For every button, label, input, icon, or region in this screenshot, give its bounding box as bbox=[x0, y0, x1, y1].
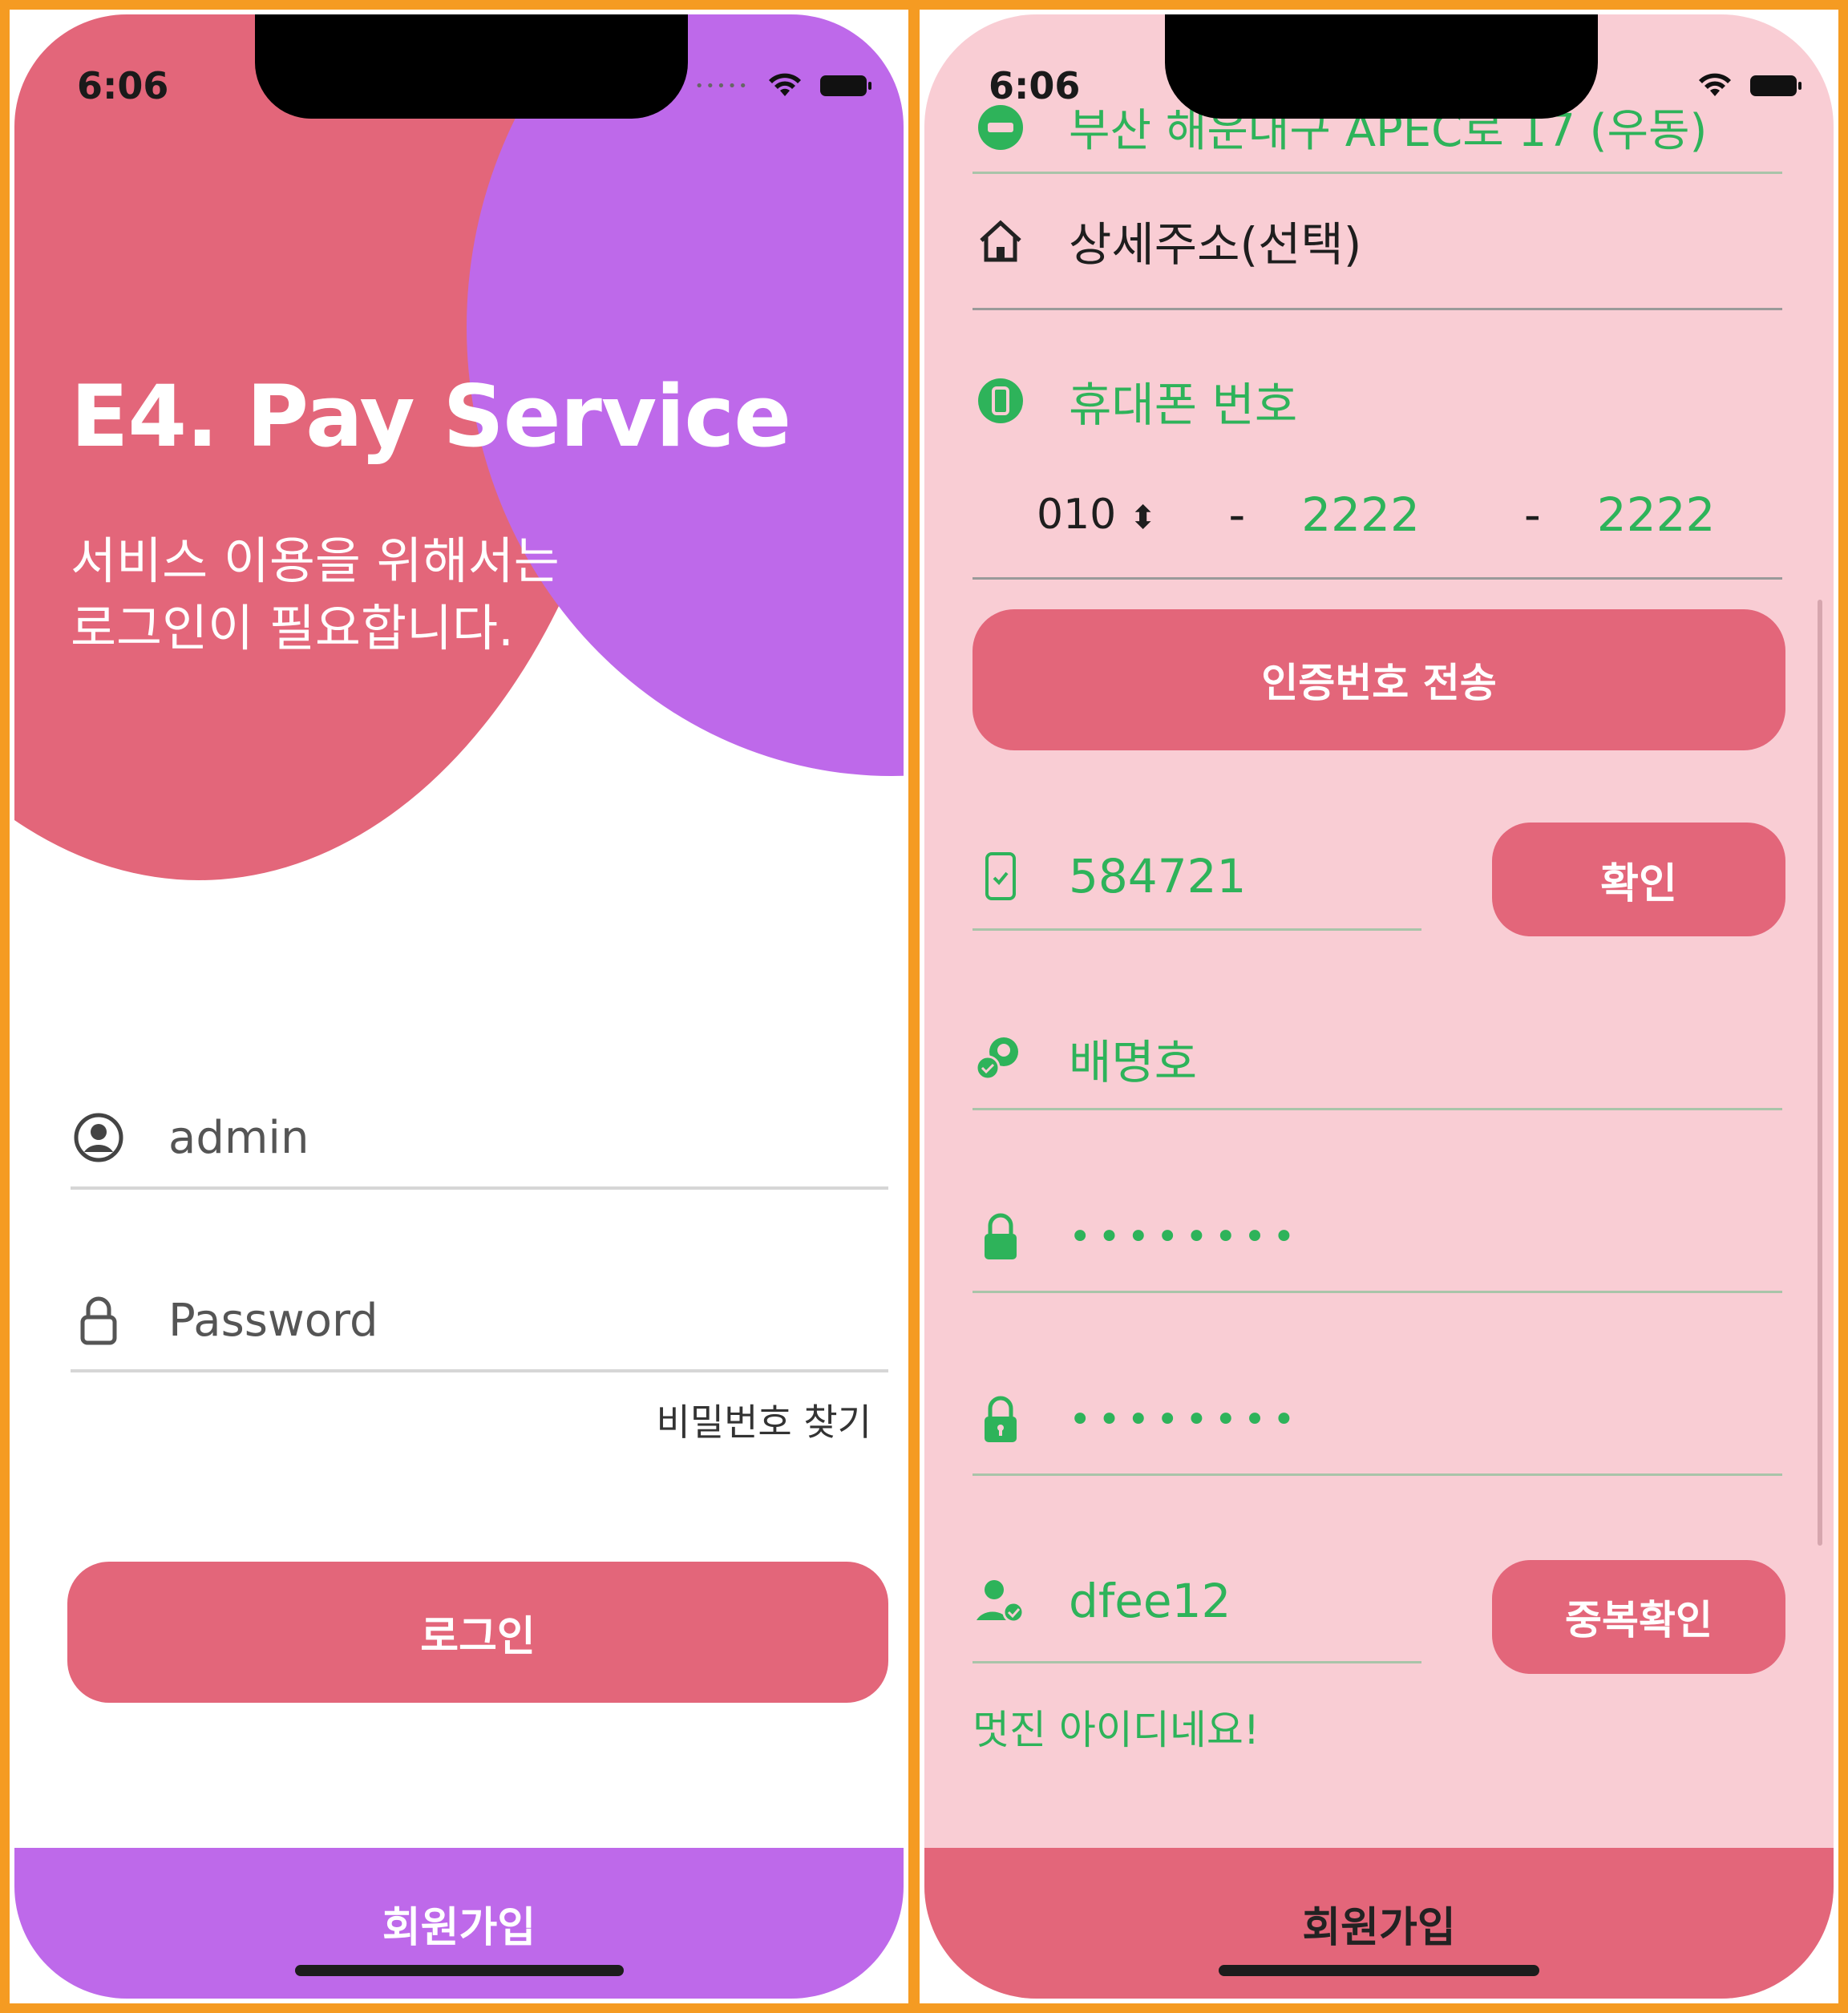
status-icons bbox=[1697, 72, 1801, 99]
lock-icon bbox=[71, 1292, 127, 1348]
login-button[interactable]: 로그인 bbox=[67, 1562, 888, 1703]
home-icon bbox=[973, 212, 1029, 269]
notch bbox=[1165, 14, 1598, 119]
name-field[interactable]: 배명호 bbox=[973, 1025, 1785, 1092]
password-masked: •••••••• bbox=[1069, 1215, 1302, 1259]
phone-icon bbox=[973, 373, 1029, 429]
userid-status-message: 멋진 아이디네요! bbox=[973, 1707, 1260, 1753]
phone-label: 휴대폰 번호 bbox=[1069, 378, 1298, 432]
wifi-icon bbox=[1699, 73, 1731, 96]
lock-keyhole-icon bbox=[973, 1392, 1029, 1448]
login-phone-frame: 6:06 ••••• E4. Pay Service 서비스 이용을 위해서는 … bbox=[14, 14, 904, 1999]
signup-submit-label: 회원가입 bbox=[1302, 1903, 1456, 1952]
scrollbar[interactable] bbox=[1818, 600, 1822, 1546]
username-value: admin bbox=[168, 1111, 309, 1164]
phone-label-row: 휴대폰 번호 bbox=[973, 367, 1785, 435]
name-value: 배명호 bbox=[1069, 1035, 1198, 1089]
phone-dash-1: - bbox=[1228, 487, 1246, 542]
password-confirm-field[interactable]: •••••••• bbox=[973, 1392, 1785, 1448]
password-confirm-masked: •••••••• bbox=[1069, 1397, 1302, 1442]
code-underline bbox=[973, 928, 1421, 931]
signup-footer-label: 회원가입 bbox=[382, 1903, 536, 1952]
detail-underline bbox=[973, 308, 1782, 310]
notch bbox=[255, 14, 688, 119]
login-screen-panel: 6:06 ••••• E4. Pay Service 서비스 이용을 위해서는 … bbox=[0, 0, 918, 2013]
phone-prefix-select[interactable]: 010 ⬍ bbox=[1037, 491, 1156, 539]
address-underline bbox=[973, 172, 1782, 174]
phone-dash-2: - bbox=[1523, 487, 1541, 542]
signal-icon: ••••• bbox=[694, 77, 750, 95]
status-icons: ••••• bbox=[694, 72, 871, 99]
signup-phone-frame: 부산 해운대구 APEC로 17 (우동) 6:06 상세주소(선택) 휴대폰 … bbox=[924, 14, 1834, 1999]
user-check-icon bbox=[973, 1573, 1029, 1629]
userid-field[interactable]: dfee12 bbox=[973, 1573, 1417, 1629]
status-time: 6:06 bbox=[989, 64, 1081, 107]
home-indicator bbox=[294, 1965, 624, 1976]
password-field[interactable]: Password bbox=[71, 1271, 888, 1372]
name-underline bbox=[973, 1108, 1782, 1110]
app-title: E4. Pay Service bbox=[71, 367, 791, 466]
duplicate-check-button[interactable]: 중복확인 bbox=[1492, 1560, 1785, 1674]
detail-address-placeholder: 상세주소(선택) bbox=[1069, 217, 1362, 272]
person-check-icon bbox=[973, 1030, 1029, 1086]
chevron-updown-icon: ⬍ bbox=[1129, 499, 1157, 536]
send-code-button[interactable]: 인증번호 전송 bbox=[973, 609, 1785, 750]
wifi-icon bbox=[769, 73, 801, 96]
userid-underline bbox=[973, 1661, 1421, 1663]
phone-underline bbox=[973, 577, 1782, 580]
verification-code-field[interactable]: 584721 bbox=[973, 848, 1417, 904]
battery-icon bbox=[1750, 75, 1801, 96]
forgot-password-link[interactable]: 비밀번호 찾기 bbox=[656, 1393, 871, 1446]
detail-address-field[interactable]: 상세주소(선택) bbox=[973, 207, 1785, 274]
signup-screen-panel: 부산 해운대구 APEC로 17 (우동) 6:06 상세주소(선택) 휴대폰 … bbox=[910, 0, 1848, 2013]
password-underline bbox=[973, 1291, 1782, 1293]
phone-last-input[interactable]: 2222 bbox=[1597, 487, 1716, 542]
lock-icon bbox=[973, 1209, 1029, 1265]
login-subtitle: 서비스 이용을 위해서는 로그인이 필요합니다. bbox=[71, 532, 560, 657]
userid-value: dfee12 bbox=[1069, 1574, 1231, 1628]
password-confirm-underline bbox=[973, 1473, 1782, 1476]
confirm-code-button[interactable]: 확인 bbox=[1492, 823, 1785, 936]
home-indicator bbox=[1219, 1965, 1539, 1976]
status-time: 6:06 bbox=[77, 64, 169, 107]
password-field[interactable]: •••••••• bbox=[973, 1209, 1785, 1265]
mobile-check-icon bbox=[973, 848, 1029, 904]
user-circle-icon bbox=[71, 1110, 127, 1166]
battery-icon bbox=[820, 75, 871, 96]
verification-code-value: 584721 bbox=[1069, 849, 1247, 903]
zipcode-icon bbox=[973, 99, 1029, 156]
password-placeholder: Password bbox=[168, 1294, 378, 1347]
username-field[interactable]: admin bbox=[71, 1089, 888, 1190]
phone-input-row: 010 ⬍ - 2222 - 2222 bbox=[1037, 487, 1785, 542]
phone-mid-input[interactable]: 2222 bbox=[1301, 487, 1420, 542]
